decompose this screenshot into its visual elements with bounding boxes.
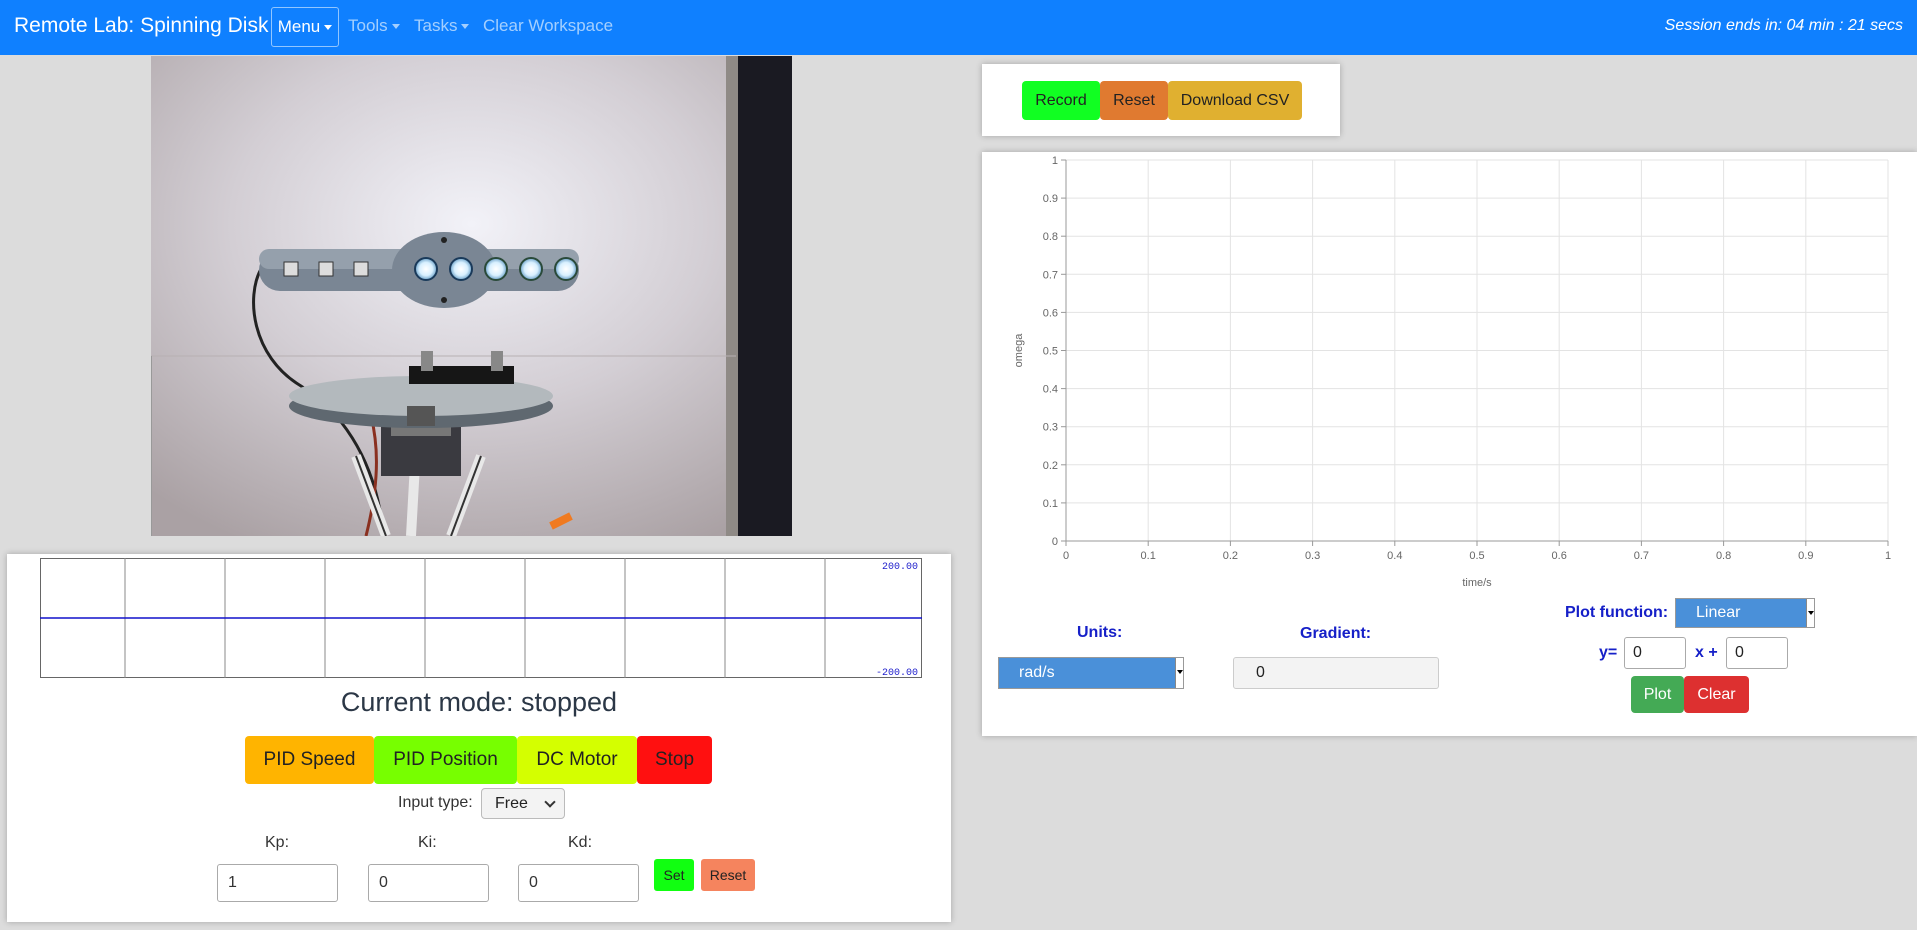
dropdown-arrow-icon <box>1175 658 1183 688</box>
x-tick-label: 0 <box>1063 550 1069 562</box>
omega-time-chart: 0 0.1 0.2 0.3 0.4 0.5 0.6 0.7 0.8 0.9 1 0 0.1 0.2 0.3 0… <box>1013 155 1891 589</box>
caret-down-icon <box>461 24 470 30</box>
oscilloscope-plot: 200.00 -200.00 <box>40 558 922 678</box>
x-tick-label: 0.4 <box>1387 550 1402 562</box>
gradient-m-input[interactable] <box>1624 637 1686 669</box>
x-tick-label: 0.6 <box>1552 550 1567 562</box>
current-mode-text: Current mode: stopped <box>340 687 618 717</box>
ki-input[interactable] <box>368 864 489 902</box>
x-tick-label: 1 <box>1885 550 1891 562</box>
chevron-down-icon <box>544 796 556 808</box>
plot-function-label: Plot function: <box>1565 604 1669 621</box>
kp-label: Kp: <box>265 834 290 851</box>
spinning-disk-image <box>151 56 792 536</box>
stop-button[interactable]: Stop <box>637 736 712 784</box>
input-type-label: Input type: <box>398 794 473 811</box>
brand-title[interactable]: Remote Lab: Spinning Disk <box>14 14 268 38</box>
session-timer: Session ends in: 04 min : 21 secs <box>1664 17 1903 34</box>
plot-function-value: Linear <box>1696 604 1741 621</box>
scope-min-label: -200.00 <box>876 668 918 678</box>
tools-label: Tools <box>348 16 388 35</box>
units-value: rad/s <box>1019 664 1055 681</box>
y-tick-label: 0.3 <box>1043 422 1058 434</box>
tools-dropdown[interactable]: Tools <box>348 16 400 36</box>
x-tick-label: 0.5 <box>1469 550 1484 562</box>
y-tick-label: 1 <box>1052 155 1058 167</box>
y-tick-label: 0.1 <box>1043 498 1058 510</box>
x-plus-label: x + <box>1695 644 1718 661</box>
x-tick-label: 0.2 <box>1223 550 1238 562</box>
clear-workspace-link[interactable]: Clear Workspace <box>483 16 613 36</box>
set-gains-button[interactable]: Set <box>654 859 694 891</box>
kd-input[interactable] <box>518 864 639 902</box>
x-tick-label: 0.3 <box>1305 550 1320 562</box>
y-axis-label: omega <box>1013 333 1025 368</box>
navbar: Remote Lab: Spinning Disk Menu Tools Tas… <box>0 0 1917 55</box>
ki-label: Ki: <box>418 834 437 851</box>
menu-label: Menu <box>277 17 321 36</box>
y-tick-label: 0.7 <box>1043 269 1058 281</box>
caret-down-icon <box>391 24 400 30</box>
y-tick-label: 0.2 <box>1043 460 1058 472</box>
x-tick-label: 0.7 <box>1634 550 1649 562</box>
motor-control-panel: 200.00 -200.00 Current mode: stopped PID… <box>7 554 951 922</box>
camera-feed <box>151 56 792 536</box>
gradient-value-box: 0 <box>1233 657 1439 689</box>
clear-plot-button[interactable]: Clear <box>1684 676 1749 713</box>
y-tick-label: 0.5 <box>1043 346 1058 358</box>
y-tick-label: 0 <box>1052 536 1058 548</box>
input-type-select[interactable]: Free <box>481 788 565 819</box>
tasks-dropdown[interactable]: Tasks <box>414 16 470 36</box>
record-panel: Record Reset Download CSV <box>982 64 1340 136</box>
reset-record-button[interactable]: Reset <box>1100 81 1168 120</box>
reset-gains-button[interactable]: Reset <box>701 859 755 891</box>
kd-label: Kd: <box>568 834 593 851</box>
gradient-label: Gradient: <box>1300 625 1372 642</box>
record-button[interactable]: Record <box>1022 81 1100 120</box>
y-equals-label: y= <box>1599 644 1618 661</box>
intercept-c-input[interactable] <box>1726 637 1788 669</box>
menu-dropdown[interactable]: Menu <box>271 7 339 47</box>
units-select[interactable]: rad/s <box>998 657 1184 689</box>
y-tick-label: 0.8 <box>1043 231 1058 243</box>
x-tick-label: 0.8 <box>1716 550 1731 562</box>
y-tick-label: 0.9 <box>1043 193 1058 205</box>
gradient-value: 0 <box>1256 664 1265 681</box>
kp-input[interactable] <box>217 864 338 902</box>
y-tick-label: 0.6 <box>1043 307 1058 319</box>
x-tick-label: 0.1 <box>1141 550 1156 562</box>
x-tick-label: 0.9 <box>1798 550 1813 562</box>
pid-position-button[interactable]: PID Position <box>374 736 517 784</box>
caret-down-icon <box>324 24 333 30</box>
x-axis-label: time/s <box>1462 577 1492 589</box>
download-csv-button[interactable]: Download CSV <box>1168 81 1302 120</box>
units-label: Units: <box>1077 624 1123 641</box>
tasks-label: Tasks <box>414 16 458 35</box>
dc-motor-button[interactable]: DC Motor <box>517 736 637 784</box>
plot-button[interactable]: Plot <box>1631 676 1684 713</box>
y-tick-label: 0.4 <box>1043 384 1058 396</box>
plot-function-select[interactable]: Linear <box>1675 598 1815 628</box>
pid-speed-button[interactable]: PID Speed <box>245 736 374 784</box>
dropdown-arrow-icon <box>1806 599 1814 627</box>
input-type-value: Free <box>495 795 528 812</box>
scope-max-label: 200.00 <box>882 562 918 573</box>
chart-panel: 0 0.1 0.2 0.3 0.4 0.5 0.6 0.7 0.8 0.9 1 0 0.1 0.2 0.3 0… <box>982 152 1917 736</box>
